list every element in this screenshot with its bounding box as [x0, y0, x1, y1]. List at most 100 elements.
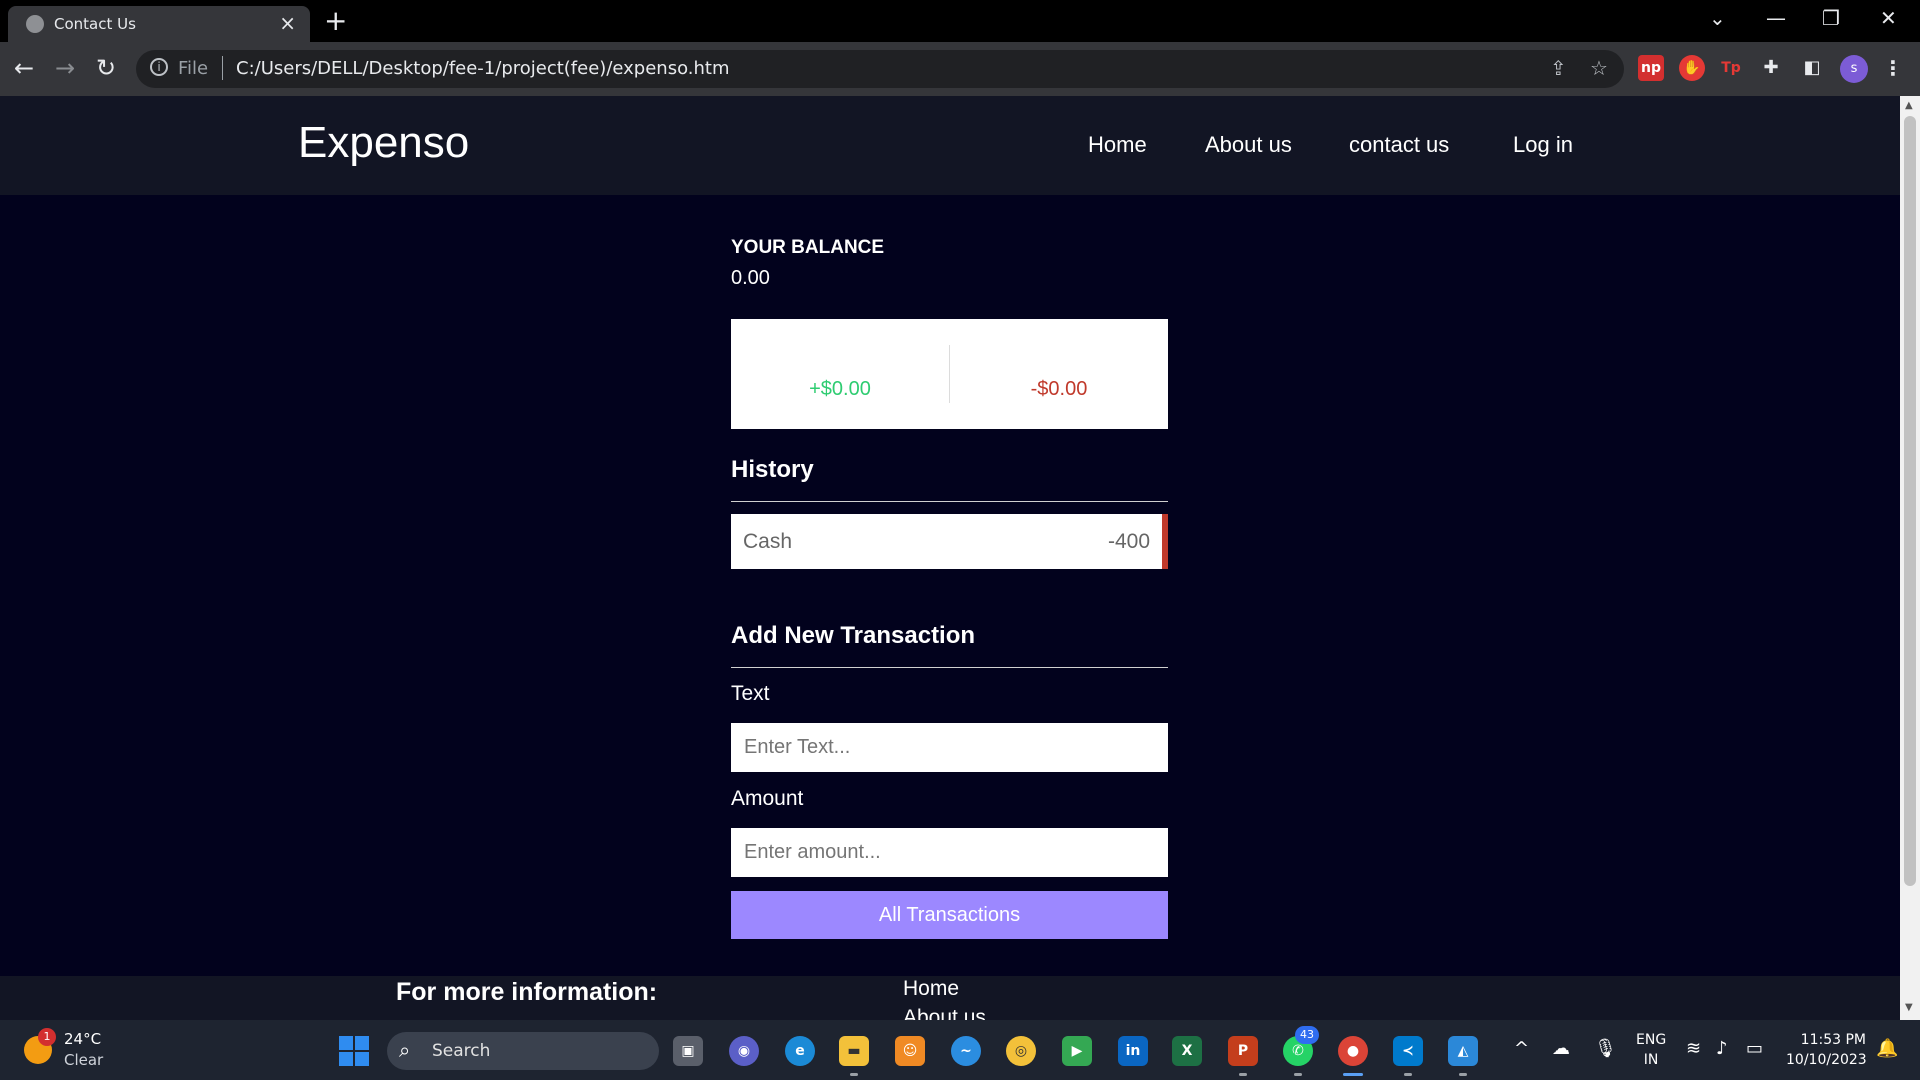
excel-icon[interactable]: X: [1172, 1036, 1202, 1066]
extension-adblock-icon[interactable]: ✋: [1679, 55, 1705, 81]
amount-label: Amount: [731, 787, 804, 810]
browser-toolbar: ← → ↻ i File C:/Users/DELL/Desktop/fee-1…: [0, 42, 1920, 96]
nav-log-in[interactable]: Log in: [1513, 132, 1573, 158]
nav-about-us[interactable]: About us: [1205, 132, 1292, 158]
scroll-down-icon[interactable]: ▼: [1905, 1002, 1913, 1013]
add-transaction-heading: Add New Transaction: [731, 622, 976, 649]
address-scheme: File: [178, 58, 209, 79]
new-tab-button[interactable]: +: [324, 4, 347, 37]
site-footer: For more information: Home About us: [0, 976, 1900, 1020]
language-code: ENG: [1636, 1032, 1667, 1048]
browser-tab[interactable]: Contact Us ×: [8, 6, 310, 42]
info-icon[interactable]: i: [150, 58, 168, 76]
edge-icon[interactable]: e: [785, 1036, 815, 1066]
footer-info-heading: For more information:: [396, 978, 658, 1006]
extensions-puzzle-icon[interactable]: ✚: [1758, 55, 1784, 81]
all-transactions-button[interactable]: All Transactions: [731, 891, 1168, 939]
running-indicator: [850, 1073, 858, 1076]
profile-avatar[interactable]: s: [1840, 55, 1868, 83]
page-scrollbar[interactable]: ▲ ▼: [1900, 96, 1920, 1020]
tab-search-icon[interactable]: ⌄: [1709, 6, 1726, 30]
address-url[interactable]: C:/Users/DELL/Desktop/fee-1/project(fee)…: [236, 58, 730, 79]
linkedin-icon[interactable]: in: [1118, 1036, 1148, 1066]
expense-amount: -$0.00: [1030, 378, 1088, 400]
forward-icon[interactable]: →: [55, 54, 75, 82]
vscode-icon[interactable]: ≺: [1393, 1036, 1423, 1066]
close-window-button[interactable]: ✕: [1880, 6, 1897, 30]
nav-contact-us[interactable]: contact us: [1349, 132, 1449, 158]
reload-icon[interactable]: ↻: [96, 54, 116, 82]
app-circle-icon[interactable]: ◎: [1006, 1036, 1036, 1066]
minimize-button[interactable]: —: [1766, 6, 1786, 30]
file-explorer-icon[interactable]: ▬: [839, 1036, 869, 1066]
extension-np-icon[interactable]: np: [1638, 55, 1664, 81]
clock-time: 11:53 PM: [1800, 1032, 1866, 1048]
teams-chat-icon[interactable]: ◉: [729, 1036, 759, 1066]
bookmark-star-icon[interactable]: ☆: [1590, 56, 1608, 80]
extension-tp-icon[interactable]: Tp: [1718, 55, 1744, 81]
site-logo[interactable]: Expenso: [298, 118, 469, 168]
language-indicator[interactable]: ENG IN: [1636, 1030, 1666, 1070]
site-header: Expenso Home About us contact us Log in: [0, 96, 1900, 195]
history-item[interactable]: Cash -400: [731, 514, 1168, 569]
task-view-icon[interactable]: ▣: [673, 1036, 703, 1066]
volume-icon[interactable]: ♪: [1716, 1038, 1728, 1059]
page-viewport: Expenso Home About us contact us Log in …: [0, 96, 1900, 1020]
app-robot-icon[interactable]: ☺: [895, 1036, 925, 1066]
income-expense-card: +$0.00 -$0.00: [731, 319, 1168, 429]
google-meet-icon[interactable]: ▶: [1062, 1036, 1092, 1066]
history-item-amount: -400: [1107, 530, 1150, 553]
notification-bell-icon[interactable]: 🔔: [1876, 1038, 1898, 1059]
whatsapp-unread-badge: 43: [1295, 1026, 1319, 1044]
close-tab-icon[interactable]: ×: [279, 11, 296, 35]
wifi-icon[interactable]: ≋: [1686, 1038, 1701, 1059]
share-icon[interactable]: ⇪: [1550, 56, 1567, 80]
footer-link-about-us[interactable]: About us: [903, 1006, 986, 1020]
history-divider: [731, 501, 1168, 502]
microphone-icon[interactable]: 🎙: [1594, 1038, 1617, 1059]
nav-home[interactable]: Home: [1088, 132, 1147, 158]
clock-date: 10/10/2023: [1786, 1052, 1867, 1068]
restore-button[interactable]: ❐: [1822, 6, 1840, 30]
weather-condition[interactable]: Clear: [64, 1051, 103, 1069]
history-item-text: Cash: [743, 530, 793, 553]
windows-taskbar: 1 24°C Clear ⌕ Search ▣ ◉ e ▬ ☺ ~ ◎ ▶ in…: [0, 1020, 1920, 1080]
menu-kebab-icon[interactable]: ⋮: [1880, 55, 1906, 81]
amount-input[interactable]: [731, 828, 1168, 877]
active-indicator: [1343, 1073, 1363, 1076]
side-panel-icon[interactable]: ◧: [1799, 55, 1825, 81]
running-indicator: [1239, 1073, 1247, 1076]
search-icon: ⌕: [399, 1038, 411, 1062]
browser-tab-bar: Contact Us × + ⌄ — ❐ ✕: [0, 0, 1920, 42]
running-indicator: [1459, 1073, 1467, 1076]
taskbar-search[interactable]: ⌕ Search: [387, 1032, 659, 1070]
scroll-up-icon[interactable]: ▲: [1905, 100, 1913, 111]
system-clock[interactable]: 11:53 PM 10/10/2023: [1786, 1030, 1867, 1070]
show-hidden-icons-icon[interactable]: ^: [1514, 1038, 1529, 1059]
app-bird-icon[interactable]: ~: [951, 1036, 981, 1066]
history-heading: History: [731, 456, 814, 483]
region-code: IN: [1643, 1052, 1659, 1068]
scrollbar-thumb[interactable]: [1904, 116, 1916, 886]
chrome-icon[interactable]: ●: [1338, 1036, 1368, 1066]
balance-value: 0.00: [731, 267, 770, 289]
globe-icon: [26, 15, 44, 33]
add-transaction-divider: [731, 667, 1168, 668]
address-bar[interactable]: i File C:/Users/DELL/Desktop/fee-1/proje…: [136, 50, 1624, 88]
back-icon[interactable]: ←: [14, 54, 34, 82]
battery-icon[interactable]: ▭: [1746, 1038, 1763, 1059]
text-label: Text: [731, 682, 770, 705]
text-input[interactable]: [731, 723, 1168, 772]
windows-start-icon[interactable]: [339, 1036, 369, 1066]
onedrive-cloud-icon[interactable]: ☁: [1552, 1038, 1570, 1059]
weather-alert-badge: 1: [38, 1028, 56, 1046]
powerpoint-icon[interactable]: P: [1228, 1036, 1258, 1066]
running-indicator: [1294, 1073, 1302, 1076]
app-photos-icon[interactable]: ◭: [1448, 1036, 1478, 1066]
running-indicator: [1404, 1073, 1412, 1076]
tab-title: Contact Us: [54, 15, 136, 33]
address-separator: [222, 56, 223, 80]
weather-temperature[interactable]: 24°C: [64, 1030, 101, 1048]
balance-title: YOUR BALANCE: [731, 237, 885, 258]
footer-link-home[interactable]: Home: [903, 977, 959, 1001]
